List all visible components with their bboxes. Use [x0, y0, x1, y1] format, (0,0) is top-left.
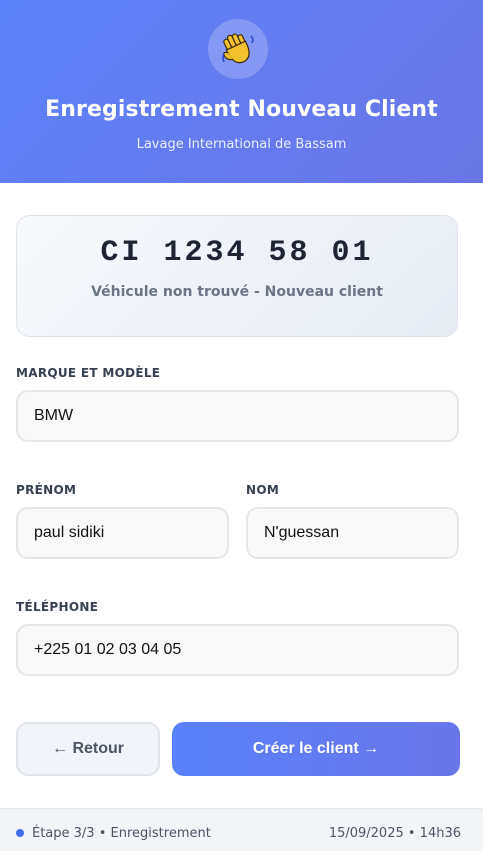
status-dot-icon: [16, 829, 24, 837]
plate-number: CI 1234 58 01: [100, 236, 374, 270]
page-subtitle: Lavage International de Bassam: [136, 137, 347, 152]
brand-field[interactable]: BMW: [16, 390, 459, 442]
plate-status: Véhicule non trouvé - Nouveau client: [91, 284, 383, 300]
firstname-label: PRÉNOM: [16, 483, 77, 497]
firstname-field[interactable]: paul sidiki: [16, 507, 229, 559]
phone-field[interactable]: +225 01 02 03 04 05: [16, 624, 459, 676]
step-indicator: Étape 3/3 • Enregistrement: [32, 826, 211, 841]
lastname-field[interactable]: N'guessan: [246, 507, 459, 559]
lastname-label: NOM: [246, 483, 280, 497]
phone-label: TÉLÉPHONE: [16, 600, 99, 614]
plate-card: CI 1234 58 01 Véhicule non trouvé - Nouv…: [16, 215, 458, 337]
page-title: Enregistrement Nouveau Client: [45, 97, 438, 122]
header-avatar: [208, 19, 268, 79]
back-button[interactable]: ← Retour: [16, 722, 160, 776]
app-header: Enregistrement Nouveau Client Lavage Int…: [0, 0, 483, 183]
datetime-label: 15/09/2025 • 14h36: [328, 826, 461, 841]
waving-hand-icon: [222, 33, 254, 64]
create-client-button[interactable]: Créer le client →: [172, 722, 460, 776]
brand-label: MARQUE ET MODÈLE: [16, 366, 161, 380]
status-footer: Étape 3/3 • Enregistrement 15/09/2025 • …: [0, 808, 483, 851]
